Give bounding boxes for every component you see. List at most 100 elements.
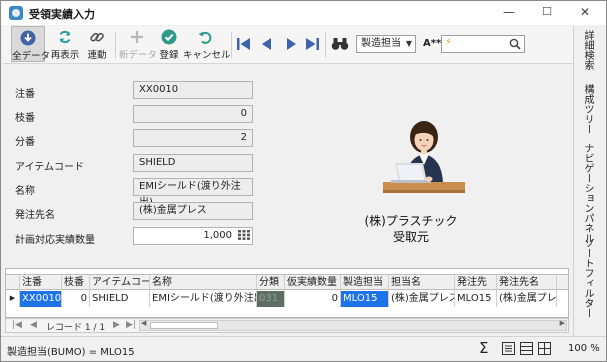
column-header[interactable]: 分類 bbox=[257, 275, 285, 291]
table-cell[interactable]: (株)金属プレス bbox=[497, 291, 557, 307]
assignee-combo-value: 製造担当 bbox=[361, 38, 401, 49]
column-header[interactable]: 仮実績数量 bbox=[285, 275, 341, 291]
side-panel: 詳細検索 構成ツリー ナビゲーションパネル ソートフィルター bbox=[573, 26, 606, 336]
toolbar-separator bbox=[115, 32, 116, 58]
undo-icon bbox=[198, 31, 212, 44]
actual-quantity-field[interactable]: 1,000 bbox=[133, 227, 253, 245]
pager-next-icon[interactable]: ▶ bbox=[113, 320, 120, 330]
company-name: (株)プラスチック bbox=[364, 214, 458, 228]
sub-number-label: 分番 bbox=[15, 137, 35, 148]
actual-quantity-label: 計画対応実績数量 bbox=[15, 235, 95, 246]
column-header[interactable]: 発注先名 bbox=[497, 275, 557, 291]
sigma-icon[interactable]: Σ bbox=[479, 339, 488, 357]
search-input[interactable]: ⚡ bbox=[441, 35, 525, 53]
register-label: 登録 bbox=[159, 50, 179, 61]
tab-detail-search[interactable]: 詳細検索 bbox=[580, 30, 595, 70]
pager-prev-icon[interactable]: ◀ bbox=[30, 320, 37, 330]
record-pager: |◀ ◀ レコード 1 / 1 ▶ ▶| ◀ ▶ bbox=[5, 318, 569, 333]
minimize-button[interactable]: — bbox=[491, 1, 527, 25]
link-label: 連動 bbox=[87, 50, 107, 61]
column-header[interactable]: 枝番 bbox=[62, 275, 90, 291]
company-card: (株)プラスチック 受取元 bbox=[346, 213, 476, 245]
scroll-left-icon[interactable]: ◀ bbox=[141, 319, 146, 327]
maximize-button[interactable]: ☐ bbox=[529, 1, 565, 25]
table-cell[interactable]: (株)金属プレス bbox=[389, 291, 455, 307]
cancel-button[interactable]: キャンセル bbox=[183, 26, 231, 62]
last-record-icon[interactable] bbox=[304, 37, 320, 51]
column-header[interactable]: アイテムコード bbox=[90, 275, 150, 291]
previous-record-icon[interactable] bbox=[259, 37, 275, 51]
font-size-label[interactable]: A** bbox=[423, 38, 441, 49]
table-cell[interactable]: MLO15 bbox=[341, 291, 389, 307]
table-cell[interactable]: MLO15 bbox=[455, 291, 497, 307]
plus-icon bbox=[131, 31, 143, 43]
new-data-label: 新データ bbox=[119, 50, 158, 61]
check-circle-icon bbox=[161, 29, 177, 45]
next-record-icon[interactable] bbox=[283, 37, 299, 51]
toolbar: 全データ 再表示 連動 新データ 登録 キャンセル 製造担当 ▼ A** ⚡ bbox=[3, 26, 573, 64]
scroll-right-icon[interactable]: ▶ bbox=[560, 319, 565, 327]
app-icon bbox=[9, 6, 23, 20]
table-cell[interactable]: SHIELD bbox=[90, 291, 150, 307]
item-name-label: 名称 bbox=[15, 186, 35, 197]
first-record-icon[interactable] bbox=[236, 37, 252, 51]
search-value: ⚡ bbox=[445, 37, 453, 48]
tab-structure-tree[interactable]: 構成ツリー bbox=[580, 84, 595, 134]
download-icon bbox=[20, 30, 36, 46]
column-header[interactable]: 製造担当 bbox=[341, 275, 389, 291]
link-icon bbox=[90, 32, 104, 42]
link-button[interactable]: 連動 bbox=[83, 26, 111, 62]
close-button[interactable]: ✕ bbox=[567, 1, 603, 25]
pager-last-icon[interactable]: ▶| bbox=[126, 320, 136, 330]
zoom-level[interactable]: 100 % bbox=[568, 343, 600, 354]
table-cell[interactable]: 0 bbox=[62, 291, 90, 307]
data-grid: 注番 枝番 アイテムコード 名称 分類 仮実績数量 製造担当 担当名 発注先 発… bbox=[5, 268, 569, 318]
item-code-label: アイテムコード bbox=[15, 162, 84, 173]
horizontal-scrollbar[interactable]: ◀ ▶ bbox=[139, 319, 567, 331]
table-row[interactable]: ▶ XX0010 0 SHIELD EMIシールド(渡り外注出) 031 0 M… bbox=[6, 291, 568, 307]
supplier-name-field[interactable]: (株)金属プレス bbox=[133, 202, 253, 220]
binoculars-icon[interactable] bbox=[331, 37, 349, 51]
status-text: 製造担当(BUMO) = MLO15 bbox=[7, 347, 135, 358]
table-cell[interactable]: 031 bbox=[257, 291, 285, 307]
branch-number-field[interactable]: 0 bbox=[133, 105, 253, 123]
company-role: 受取元 bbox=[392, 230, 429, 244]
page-view-icon[interactable] bbox=[502, 342, 515, 355]
column-header[interactable]: 注番 bbox=[20, 275, 62, 291]
calculator-icon[interactable] bbox=[238, 230, 250, 240]
column-header[interactable]: 担当名 bbox=[389, 275, 455, 291]
refresh-icon bbox=[59, 30, 71, 44]
tab-navigation-panel[interactable]: ナビゲーションパネル bbox=[580, 143, 595, 243]
window-title: 受領実績入力 bbox=[29, 8, 95, 21]
item-code-field[interactable]: SHIELD bbox=[133, 154, 253, 172]
new-data-button[interactable]: 新データ bbox=[119, 26, 158, 62]
row-selector-icon[interactable]: ▶ bbox=[6, 291, 20, 307]
tab-sort-filter[interactable]: ソートフィルター bbox=[580, 238, 595, 318]
grid-header-row: 注番 枝番 アイテムコード 名称 分類 仮実績数量 製造担当 担当名 発注先 発… bbox=[6, 274, 568, 291]
redisplay-label: 再表示 bbox=[50, 50, 80, 61]
toolbar-separator bbox=[231, 32, 232, 58]
table-cell[interactable]: 0 bbox=[285, 291, 341, 307]
register-button[interactable]: 登録 bbox=[156, 26, 182, 62]
sub-number-field[interactable]: 2 bbox=[133, 129, 253, 147]
table-cell[interactable]: EMIシールド(渡り外注出) bbox=[150, 291, 257, 307]
column-header[interactable]: 発注先 bbox=[455, 275, 497, 291]
title-bar: 受領実績入力 — ☐ ✕ bbox=[1, 1, 606, 25]
app-window: 受領実績入力 — ☐ ✕ 全データ 再表示 連動 新データ 登録 キャンセル 製… bbox=[0, 0, 607, 362]
all-data-button[interactable]: 全データ bbox=[11, 26, 51, 62]
all-data-label: 全データ bbox=[12, 51, 51, 62]
order-number-field[interactable]: XX0010 bbox=[133, 81, 253, 99]
redisplay-button[interactable]: 再表示 bbox=[49, 26, 81, 62]
grid-view-icon[interactable] bbox=[538, 342, 551, 355]
supplier-name-label: 発注先名 bbox=[15, 210, 55, 221]
pager-first-icon[interactable]: |◀ bbox=[12, 320, 22, 330]
column-header[interactable]: 名称 bbox=[150, 275, 257, 291]
order-number-label: 注番 bbox=[15, 89, 35, 100]
person-laptop-illustration bbox=[383, 121, 465, 193]
item-name-field[interactable]: EMIシールド(渡り外注出) bbox=[133, 178, 253, 208]
scrollbar-thumb[interactable] bbox=[150, 322, 218, 329]
table-cell[interactable]: XX0010 bbox=[20, 291, 62, 307]
search-icon[interactable] bbox=[509, 38, 521, 50]
list-view-icon[interactable] bbox=[520, 342, 533, 355]
assignee-combo[interactable]: 製造担当 ▼ bbox=[356, 35, 416, 53]
